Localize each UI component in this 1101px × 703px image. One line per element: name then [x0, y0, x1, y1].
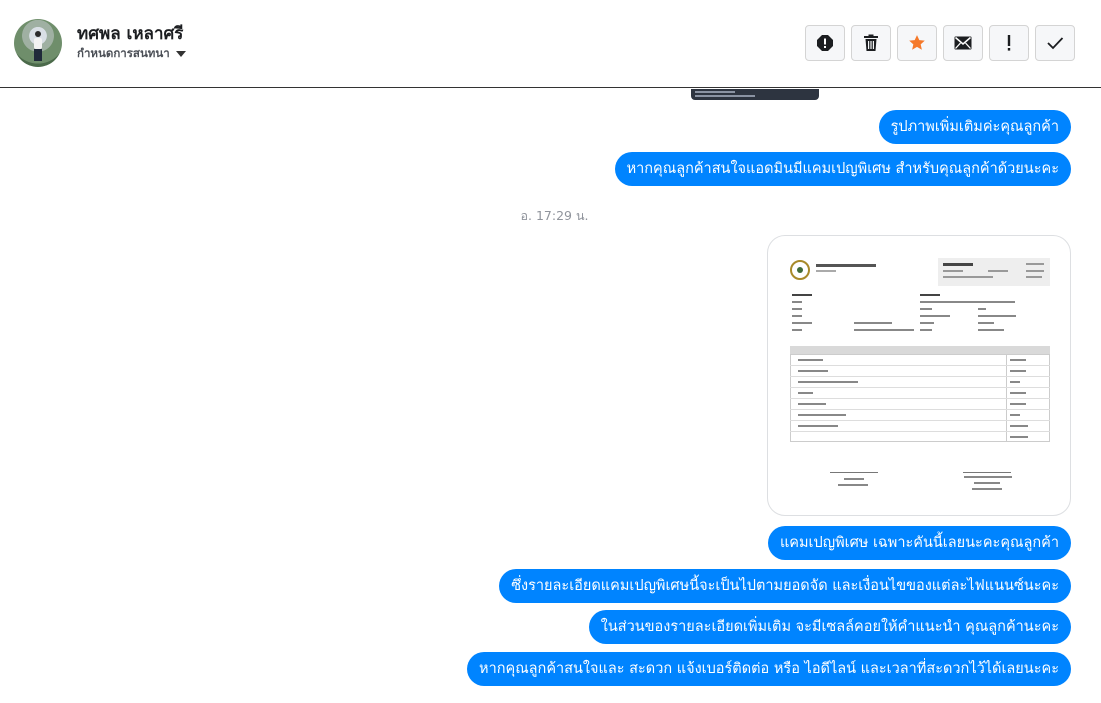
mark-unread-button[interactable]: [943, 25, 983, 61]
star-icon: [909, 35, 925, 50]
contact-avatar[interactable]: [14, 19, 62, 67]
spam-button[interactable]: [805, 25, 845, 61]
person-photo-icon: [33, 31, 43, 61]
previous-image-attachment[interactable]: [691, 89, 819, 100]
envelope-icon: [954, 36, 972, 50]
message-thread[interactable]: รูปภาพเพิ่มเติมค่ะคุณลูกค้า หากคุณลูกค้า…: [0, 89, 1101, 703]
done-button[interactable]: [1035, 25, 1075, 61]
quotation-image-attachment[interactable]: [767, 235, 1071, 516]
message-bubble[interactable]: แคมเปญพิเศษ เฉพาะคันนี้เลยนะคะคุณลูกค้า: [767, 526, 1071, 560]
caret-down-icon: [175, 51, 186, 57]
message-bubble[interactable]: หากคุณลูกค้าสนใจและ สะดวก แจ้งเบอร์ติดต่…: [467, 652, 1071, 686]
quotation-document-thumbnail-icon: [788, 254, 1053, 494]
contact-name[interactable]: ทศพล เหลาศรี: [77, 20, 183, 47]
trash-icon: [864, 34, 878, 51]
delete-button[interactable]: [851, 25, 891, 61]
timestamp-text: อ. 17:29 น.: [520, 208, 589, 223]
conversation-schedule-dropdown[interactable]: กำหนดการสนทนา: [77, 45, 186, 63]
exclamation-circle-icon: [817, 35, 833, 51]
exclamation-icon: [1007, 35, 1011, 51]
message-bubble[interactable]: ในส่วนของรายละเอียดเพิ่มเติม จะมีเซลล์คอ…: [588, 610, 1071, 644]
message-timestamp: อ. 17:29 น.: [0, 206, 1101, 226]
conversation-header: ทศพล เหลาศรี กำหนดการสนทนา: [0, 0, 1101, 88]
star-button[interactable]: [897, 25, 937, 61]
message-bubble[interactable]: รูปภาพเพิ่มเติมค่ะคุณลูกค้า: [878, 110, 1071, 144]
message-bubble[interactable]: หากคุณลูกค้าสนใจแอดมินมีแคมเปญพิเศษ สำหร…: [614, 152, 1071, 186]
check-icon: [1047, 37, 1064, 50]
header-actions: [805, 25, 1075, 61]
important-button[interactable]: [989, 25, 1029, 61]
message-bubble[interactable]: ซึ่งรายละเอียดแคมเปญพิเศษนี้จะเป็นไปตามย…: [499, 569, 1071, 603]
schedule-label: กำหนดการสนทนา: [77, 46, 170, 60]
